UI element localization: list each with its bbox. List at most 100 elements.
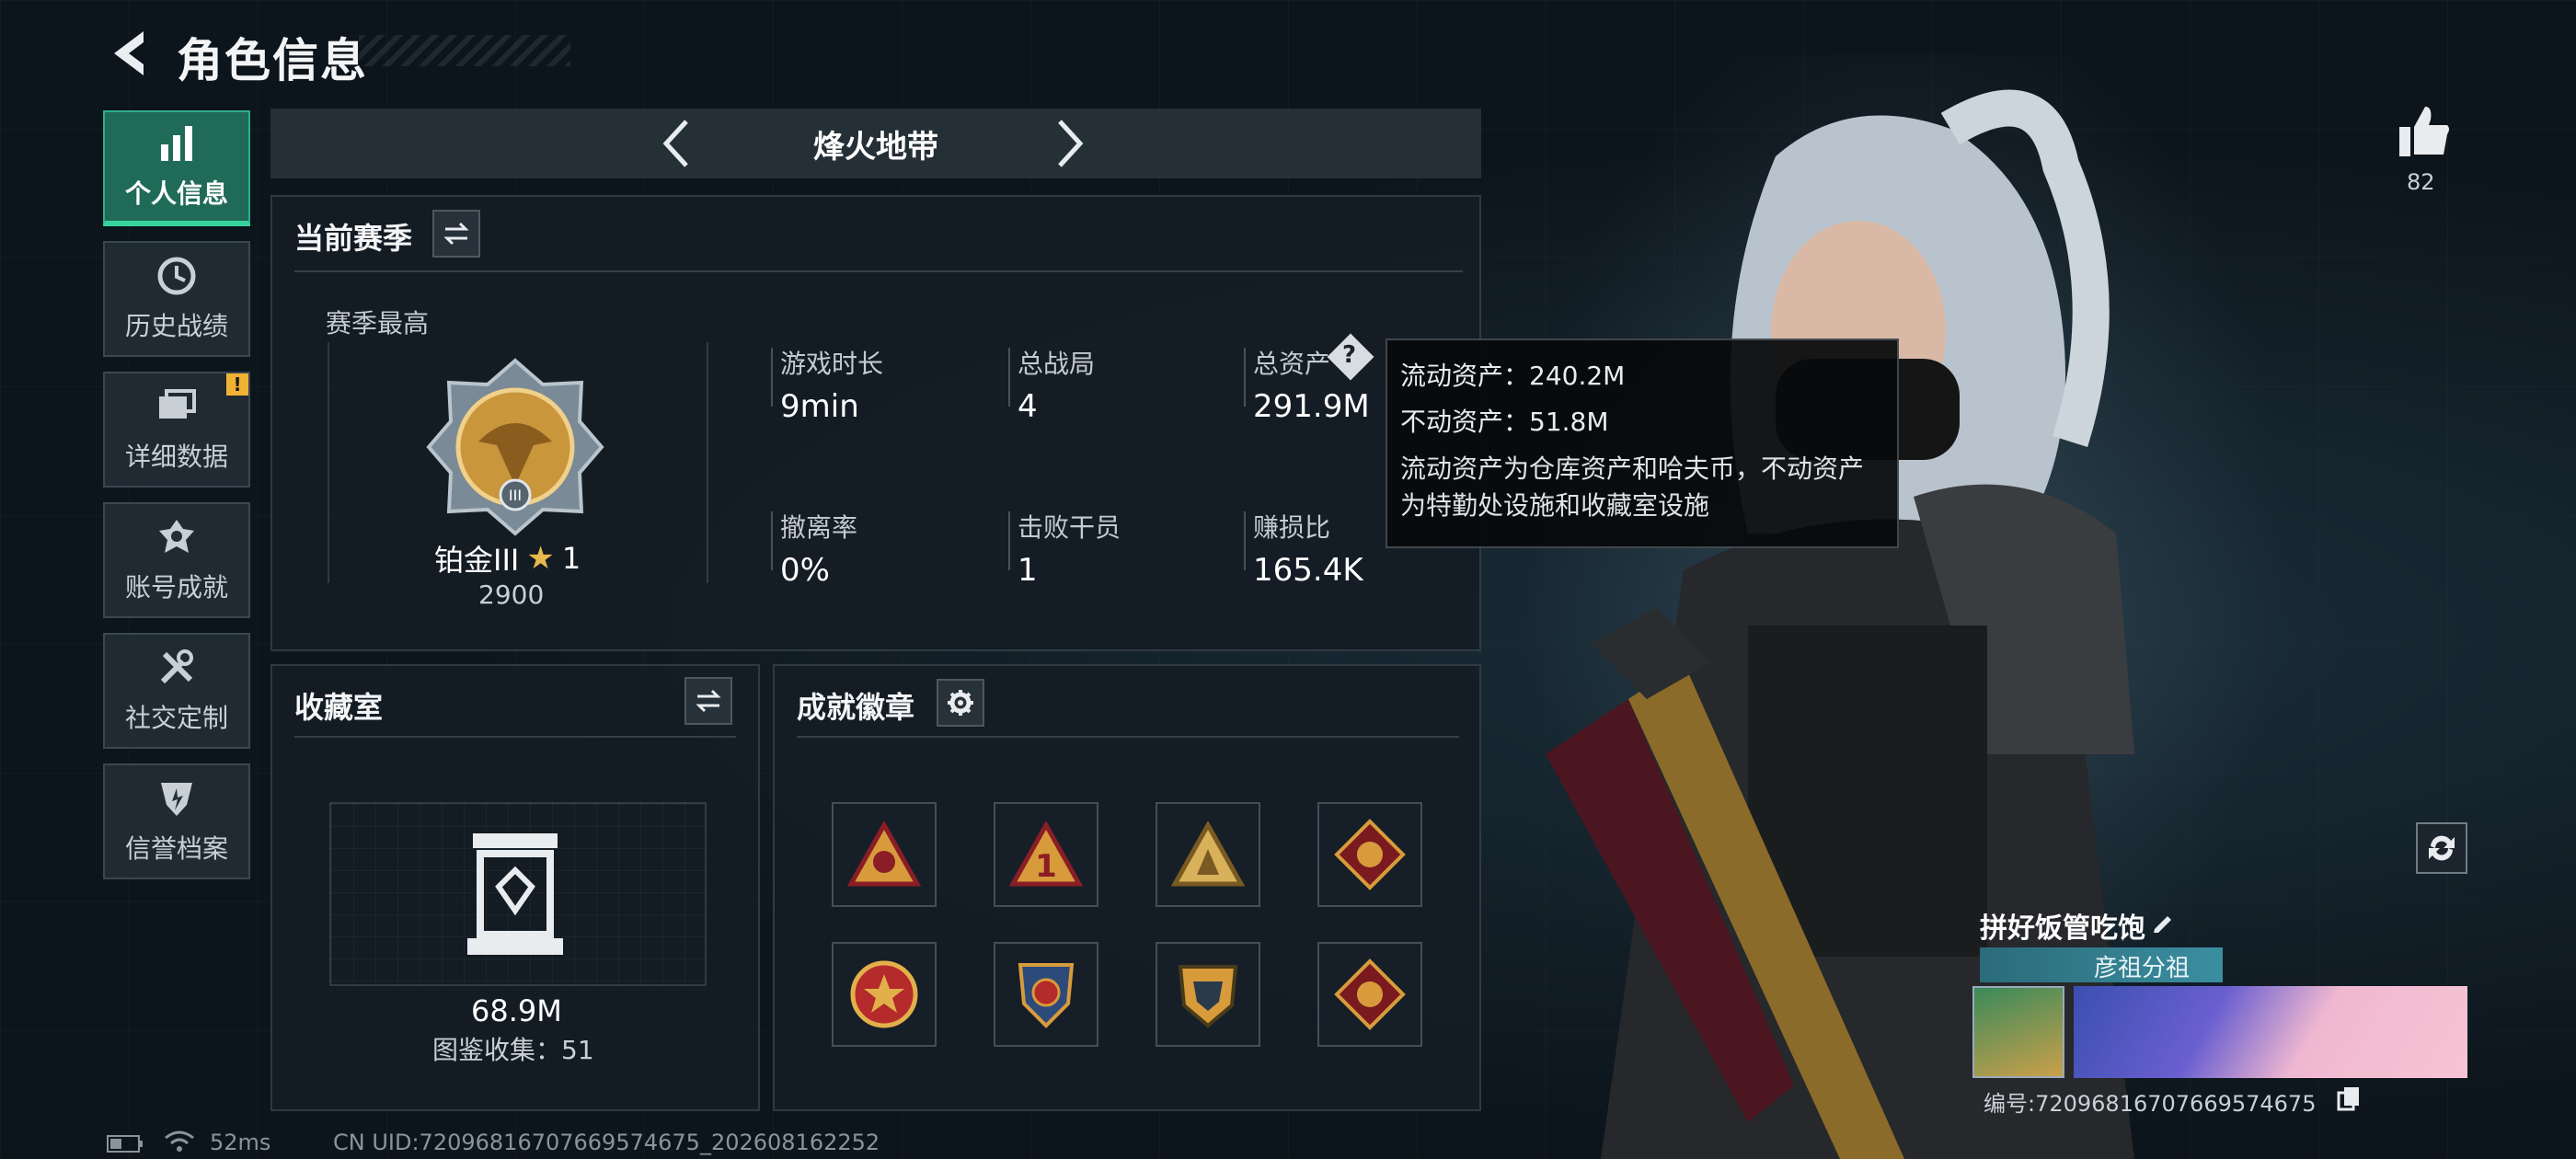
bar-chart-icon bbox=[161, 126, 192, 161]
sidebar-item-label: 个人信息 bbox=[124, 178, 228, 209]
stat-value: 291.9M bbox=[1253, 388, 1370, 425]
thumbs-up-icon[interactable] bbox=[2396, 103, 2453, 160]
collection-catalog: 图鉴收集：51 bbox=[432, 1035, 594, 1065]
stat-divider bbox=[771, 511, 773, 570]
sidebar-item-social-custom[interactable]: 社交定制 bbox=[103, 633, 250, 749]
stat-divider bbox=[1008, 348, 1010, 407]
stat-divider bbox=[771, 348, 773, 407]
tooltip-liquid: 流动资产：240.2M bbox=[1400, 361, 1626, 391]
achievement-badge[interactable] bbox=[994, 942, 1098, 1047]
svg-text:III: III bbox=[509, 487, 522, 504]
rank-emblem-icon: III bbox=[426, 358, 604, 536]
mode-switch-bar: 烽火地带 bbox=[270, 109, 1481, 178]
crest-medal-icon bbox=[1178, 965, 1238, 1028]
achievement-badge[interactable] bbox=[1317, 942, 1422, 1047]
mode-title: 烽火地带 bbox=[813, 128, 938, 166]
tooltip-fixed: 不动资产：51.8M bbox=[1400, 407, 1609, 437]
season-best-label: 赛季最高 bbox=[326, 308, 430, 339]
refresh-icon bbox=[2429, 835, 2455, 861]
stat-value: 0% bbox=[780, 552, 830, 589]
achievement-badge[interactable] bbox=[832, 942, 937, 1047]
season-title: 当前赛季 bbox=[294, 221, 413, 256]
sidebar-item-history[interactable]: 历史战绩 bbox=[103, 241, 250, 357]
sidebar-item-personal-info[interactable]: 个人信息 bbox=[103, 110, 250, 226]
back-arrow-icon[interactable] bbox=[103, 26, 158, 81]
rank-name: 铂金III bbox=[434, 543, 520, 578]
rank-points: 2900 bbox=[478, 580, 545, 610]
achievement-badge[interactable] bbox=[1317, 802, 1422, 907]
uid-text: CN UID:72096816707669574675_202608162252 bbox=[333, 1130, 880, 1155]
likes-count: 82 bbox=[2407, 169, 2435, 195]
history-clock-icon bbox=[157, 257, 196, 295]
stat-label: 撤离率 bbox=[780, 512, 858, 543]
stat-divider bbox=[1244, 348, 1246, 407]
season-divider bbox=[294, 270, 1463, 272]
triangle-number-badge-icon: 1 bbox=[1009, 821, 1083, 887]
stat-divider bbox=[1008, 511, 1010, 570]
stat-value: 9min bbox=[780, 388, 859, 425]
achievement-badge[interactable] bbox=[1156, 802, 1260, 907]
warning-badge: ! bbox=[226, 373, 248, 396]
ping: 52ms bbox=[210, 1130, 271, 1155]
achievement-badge[interactable] bbox=[1156, 942, 1260, 1047]
sidebar-item-label: 信誉档案 bbox=[124, 833, 228, 864]
stat-value: 4 bbox=[1018, 388, 1038, 425]
player-tag: 彦祖分祖 bbox=[2094, 955, 2191, 982]
stat-label: 击败干员 bbox=[1018, 512, 1121, 543]
assets-tooltip: 流动资产：240.2M 不动资产：51.8M 流动资产为仓库资产和哈夫币，不动资… bbox=[1386, 339, 1899, 548]
help-glyph: ? bbox=[1342, 341, 1357, 369]
swap-icon bbox=[696, 689, 721, 713]
copy-icon[interactable] bbox=[2337, 1085, 2361, 1111]
swap-icon bbox=[443, 222, 469, 246]
achievement-badge[interactable] bbox=[832, 802, 937, 907]
prev-mode-arrow-icon[interactable] bbox=[657, 116, 694, 171]
triangle-badge-icon bbox=[847, 821, 921, 887]
triangle-soldier-badge-icon bbox=[1171, 821, 1245, 887]
sidebar-item-label: 账号成就 bbox=[124, 572, 228, 602]
collection-swap-button[interactable] bbox=[684, 677, 732, 725]
stat-label: 游戏时长 bbox=[780, 349, 884, 379]
stat-label: 总战局 bbox=[1018, 349, 1096, 379]
rank-line: 铂金III ★ 1 bbox=[434, 537, 581, 580]
stat-label: 总资产 bbox=[1253, 349, 1331, 379]
season-swap-button[interactable] bbox=[432, 210, 480, 258]
collection-title: 收藏室 bbox=[294, 690, 384, 725]
sidebar-item-label: 社交定制 bbox=[124, 703, 228, 733]
sidebar-item-detailed-data[interactable]: ! 详细数据 bbox=[103, 372, 250, 488]
folder-icon bbox=[159, 389, 196, 419]
credit-shield-icon bbox=[161, 783, 192, 816]
badges-divider bbox=[797, 736, 1459, 738]
dragon-badge-icon bbox=[1334, 819, 1406, 890]
collection-value: 68.9M bbox=[471, 993, 562, 1028]
stat-divider bbox=[1244, 511, 1246, 570]
stat-value: 1 bbox=[1018, 552, 1038, 589]
collection-divider bbox=[294, 736, 736, 738]
sidebar-item-label: 历史战绩 bbox=[124, 311, 228, 341]
next-mode-arrow-icon[interactable] bbox=[1052, 116, 1089, 171]
svg-text:1: 1 bbox=[1035, 848, 1057, 885]
rank-stars: 1 bbox=[561, 541, 581, 576]
avatar[interactable] bbox=[1972, 986, 2064, 1078]
shield-medal-icon bbox=[1018, 963, 1075, 1028]
sidebar-item-achievements[interactable]: 账号成就 bbox=[103, 502, 250, 618]
profile-banner bbox=[2074, 986, 2467, 1078]
achievement-badge[interactable]: 1 bbox=[994, 802, 1098, 907]
edit-pencil-icon[interactable] bbox=[2149, 907, 2179, 936]
tools-icon bbox=[160, 649, 193, 684]
achievement-icon bbox=[159, 520, 194, 553]
gear-icon bbox=[948, 690, 973, 716]
display-case-icon bbox=[467, 833, 563, 955]
sidebar-item-label: 详细数据 bbox=[124, 442, 228, 472]
sidebar-item-credit-profile[interactable]: 信誉档案 bbox=[103, 763, 250, 879]
star-medal-icon bbox=[850, 960, 918, 1028]
stat-value: 165.4K bbox=[1253, 552, 1363, 589]
player-name: 拼好饭管吃饱 bbox=[1980, 912, 2145, 945]
page-title: 角色信息 bbox=[177, 34, 368, 87]
tooltip-description: 流动资产为仓库资产和哈夫币，不动资产为特勤处设施和收藏室设施 bbox=[1400, 453, 1865, 521]
badges-settings-button[interactable] bbox=[937, 679, 984, 727]
player-id: 编号:720968167076695746​75 bbox=[1984, 1091, 2317, 1117]
title-decoration bbox=[359, 35, 570, 66]
dragon-badge-icon bbox=[1334, 958, 1406, 1030]
battery-icon bbox=[107, 1135, 143, 1153]
rotate-character-button[interactable] bbox=[2416, 822, 2467, 874]
